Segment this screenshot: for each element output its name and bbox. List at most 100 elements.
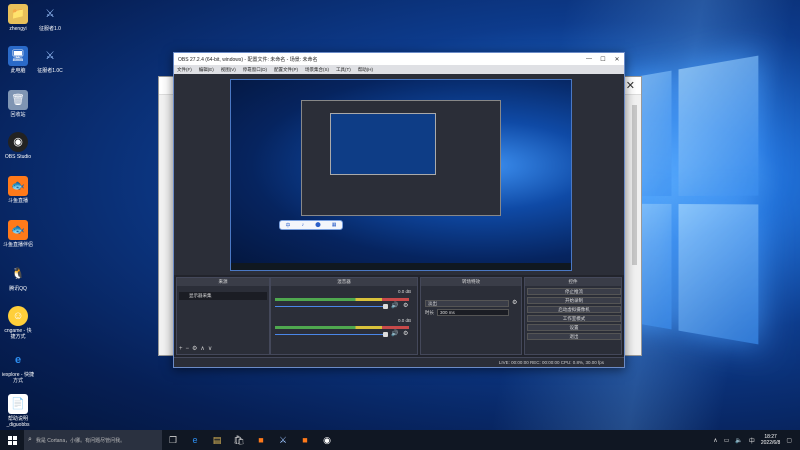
taskbar-search[interactable]: ⌕ [24,430,162,450]
studio-mode-button[interactable]: 工作室模式 [527,315,621,322]
desktop-icon-this-pc[interactable]: 🖥 此电脑 [2,46,34,74]
music-icon[interactable]: ♪ [302,222,305,228]
volume-knob-1[interactable] [383,304,388,309]
obs-docks: 来源 显示器采集 +−⚙∧∨ 混音器 0.0 dB 🔊 ⚙ 0.0 dB 🔊 ⚙ [174,275,624,357]
transitions-header: 转场特效 [421,278,521,286]
desktop-icon-conqueror[interactable]: ⚔ 征服者1.0 [34,4,66,33]
desktop-icon-qq[interactable]: 🐧 腾讯QQ [2,264,34,293]
source-item[interactable]: 显示器采集 [179,292,267,300]
edge-icon[interactable]: e [184,430,206,450]
start-recording-button[interactable]: 开始录制 [527,297,621,304]
speaker-icon[interactable]: 🔊 [391,330,398,337]
menu-view[interactable]: 视图(V) [221,67,236,73]
douyu-companion-taskbar-icon[interactable]: ■ [294,430,316,450]
obs-preview[interactable]: 中 ♪ ⬤ ▦ [230,79,572,271]
settings-button[interactable]: 设置 [527,324,621,331]
obs-taskbar-icon[interactable]: ◉ [316,430,338,450]
smiley-icon: ☺ [8,306,28,326]
transitions-dock: 转场特效 淡出 ⚙ 时长 300 ms [420,277,522,355]
conqueror-icon: ⚔ [45,50,55,62]
menu-edit[interactable]: 编辑(E) [199,67,214,73]
desktop-icon-help-doc[interactable]: 📄 帮助说明_diguobbs [2,394,34,428]
mixer-db-1: 0.0 dB [397,289,411,294]
obs-menubar: 文件(F) 编辑(E) 视图(V) 停靠窗口(D) 配置文件(P) 场景集合(S… [174,65,624,74]
douyu-icon: 🐟 [8,176,28,196]
recycle-bin-icon: 🗑 [8,90,28,110]
controls-dock: 控件 停止推流 开始录制 启动虚拟摄像机 工作室模式 设置 退出 [524,277,622,355]
duration-field[interactable]: 300 ms [437,309,509,316]
sources-header: 来源 [177,278,269,286]
desktop: 📁 zhengyi 🖥 此电脑 🗑 回收站 ◉ OBS Studio 🐟 斗鱼直播 🐟 斗鱼… [0,0,800,430]
obs-titlebar: OBS 27.2.4 (64-bit, windows) - 配置文件: 未命名… [174,53,624,65]
maximize-icon[interactable]: ☐ [596,56,610,63]
desktop-icon-recycle-bin[interactable]: 🗑 回收站 [2,90,34,118]
menu-scene-collection[interactable]: 场景集合(S) [305,67,329,73]
volume-slider-2[interactable] [275,334,385,335]
start-button[interactable] [0,430,24,450]
preview-floating-toolbar[interactable]: 中 ♪ ⬤ ▦ [279,220,343,230]
menu-docks[interactable]: 停靠窗口(D) [243,67,267,73]
start-virtual-camera-button[interactable]: 启动虚拟摄像机 [527,306,621,313]
conqueror-taskbar-icon[interactable]: ⚔ [272,430,294,450]
grid-icon[interactable]: ▦ [332,222,337,228]
folder-icon: 📁 [8,4,28,24]
store-icon[interactable]: 🛍 [228,430,250,450]
search-icon: ⌕ [28,436,32,443]
sources-toolbar: +−⚙∧∨ [179,345,215,352]
close-icon[interactable]: ✕ [626,79,635,92]
mixer-db-2: 0.0 dB [397,318,411,323]
menu-tools[interactable]: 工具(T) [336,67,351,73]
gear-icon[interactable]: ⚙ [403,302,408,309]
menu-profile[interactable]: 配置文件(P) [274,67,298,73]
computer-icon: 🖥 [8,46,28,66]
notification-icon[interactable]: ▢ [786,437,792,444]
menu-help[interactable]: 帮助(H) [358,67,373,73]
scrollbar[interactable] [632,105,637,265]
desktop-icon-zhengyi[interactable]: 📁 zhengyi [2,4,34,32]
desktop-icon-douyu-companion[interactable]: 🐟 斗鱼直播伴侣 [2,220,34,248]
desktop-icon-iexplore[interactable]: e iexplore - 快捷方式 [2,350,34,385]
obs-window: OBS 27.2.4 (64-bit, windows) - 配置文件: 未命名… [173,52,625,368]
obs-statusbar: LIVE: 00:00:00 REC: 00:00:00 CPU: 0.8%, … [174,357,624,367]
controls-header: 控件 [525,278,621,286]
desktop-icon-cngame[interactable]: ☺ cngame - 快捷方式 [2,306,34,340]
search-input[interactable] [35,437,162,443]
windows-icon [7,435,17,445]
file-explorer-icon[interactable]: ▤ [206,430,228,450]
audio-meter-2 [275,326,409,329]
gear-icon[interactable]: ⚙ [512,299,517,306]
desktop-icon-conqueror-c[interactable]: ⚔ 征服者1.0C [34,46,66,75]
volume-slider-1[interactable] [275,306,385,307]
volume-icon[interactable]: 🔈 [735,437,742,444]
sources-dock: 来源 显示器采集 +−⚙∧∨ [176,277,270,355]
volume-knob-2[interactable] [383,332,388,337]
exit-button[interactable]: 退出 [527,333,621,340]
speaker-icon[interactable]: 🔊 [391,302,398,309]
close-icon[interactable]: ✕ [610,56,624,63]
network-icon[interactable]: ▭ [724,437,730,444]
clock[interactable]: 18:27 2022/6/8 [761,434,780,446]
audio-mixer-dock: 混音器 0.0 dB 🔊 ⚙ 0.0 dB 🔊 ⚙ [270,277,418,355]
minimize-icon[interactable]: — [582,56,596,62]
douyu-taskbar-icon[interactable]: ■ [250,430,272,450]
desktop-icon-obs[interactable]: ◉ OBS Studio [2,132,34,160]
douyu-companion-icon: 🐟 [8,220,28,240]
qq-penguin-icon: 🐧 [11,268,25,280]
desktop-icon-douyu[interactable]: 🐟 斗鱼直播 [2,176,34,204]
clock-date: 2022/6/8 [760,440,781,446]
down-icon[interactable]: ∨ [208,346,215,352]
user-icon[interactable]: ⬤ [315,222,321,228]
obs-icon: ◉ [8,132,28,152]
menu-file[interactable]: 文件(F) [177,67,192,73]
mixer-header: 混音器 [271,278,417,286]
up-icon[interactable]: ∧ [200,346,207,352]
transition-select[interactable]: 淡出 [425,300,509,307]
system-tray: ∧ ▭ 🔈 中 18:27 2022/6/8 ▢ [713,434,800,446]
preview-nested-desktop [330,113,436,175]
gear-icon[interactable]: ⚙ [403,330,408,337]
chevron-up-icon[interactable]: ∧ [713,437,717,444]
ime-icon[interactable]: 中 [749,436,755,445]
stop-streaming-button[interactable]: 停止推流 [527,288,621,295]
task-view-icon[interactable]: ❐ [162,430,184,450]
ime-icon[interactable]: 中 [286,222,291,229]
